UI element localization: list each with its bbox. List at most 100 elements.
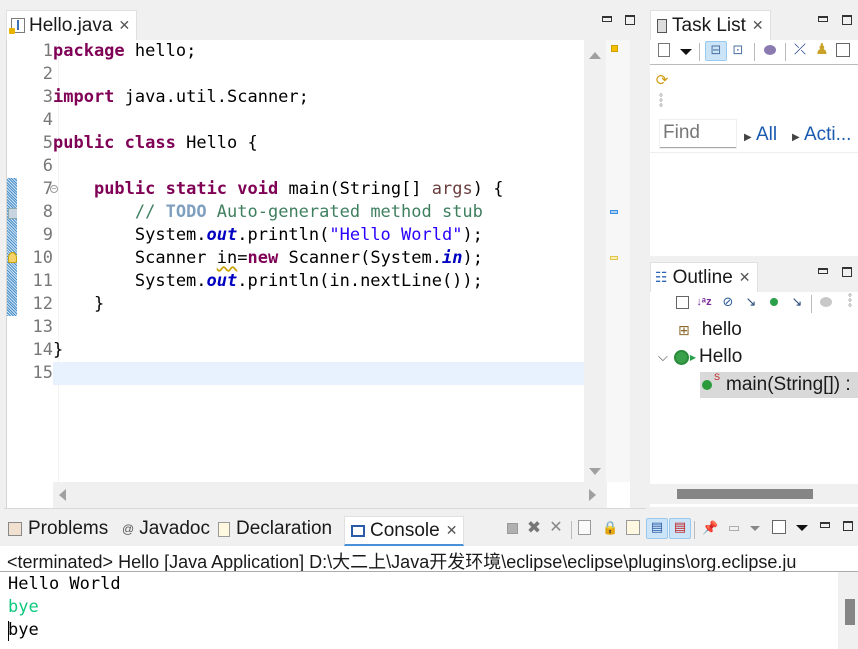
close-icon[interactable]: ✕ (739, 269, 751, 286)
console-launch-info: <terminated> Hello [Java Application] D:… (7, 552, 797, 572)
warning-overview-marker[interactable] (611, 45, 618, 52)
task-repository-icon[interactable]: ⟳ (654, 73, 670, 89)
task-overview-marker[interactable] (610, 210, 618, 214)
categorized-view-icon[interactable]: ⊟ (705, 41, 727, 61)
line-number: 14 (32, 340, 53, 360)
chevron-down-icon[interactable]: ⌵ (658, 349, 668, 365)
tab-hello-java[interactable]: Hello.java ✕ (6, 10, 138, 40)
show-on-stdout-icon[interactable]: ▤ (646, 518, 668, 539)
maximize-button[interactable] (842, 267, 852, 277)
overview-ruler[interactable] (606, 40, 630, 482)
close-icon[interactable]: ✕ (752, 17, 764, 34)
scroll-lock-icon[interactable]: 🔒 (602, 520, 618, 536)
tab-task-list[interactable]: Task List ✕ (650, 10, 771, 40)
open-console-dropdown[interactable] (796, 525, 808, 531)
code-line[interactable] (53, 155, 503, 178)
run-marker-icon: ▶ (689, 352, 697, 362)
outline-item-method[interactable]: S main(String[]) : (700, 372, 858, 398)
remove-all-terminated-icon[interactable]: ✕ (548, 520, 564, 536)
more-options-icon[interactable]: ° ° ° (848, 294, 852, 314)
tab-declaration[interactable]: Declaration (218, 518, 332, 540)
hide-fields-icon[interactable]: ⊘ (720, 294, 736, 310)
code-line[interactable] (53, 109, 503, 132)
code-line[interactable] (53, 362, 503, 385)
filter-all-link[interactable]: ▶ All (744, 124, 777, 146)
hide-completed-icon[interactable]: ⤫ (792, 42, 808, 58)
code-line[interactable]: package hello; (53, 40, 503, 63)
scroll-thumb[interactable] (845, 599, 855, 625)
clear-console-icon[interactable] (578, 520, 591, 535)
display-console-dropdown[interactable] (750, 526, 760, 531)
line-number: 13 (32, 317, 53, 337)
code-line[interactable]: Scanner in=new Scanner(System.in); (53, 247, 503, 270)
console-vscroll[interactable] (838, 572, 858, 649)
tab-problems[interactable]: Problems (8, 518, 108, 540)
tab-outline[interactable]: ☷ Outline ✕ (650, 262, 758, 292)
scroll-down-arrow[interactable] (589, 468, 601, 475)
code-line[interactable]: public static void main(String[] args) { (53, 178, 504, 201)
sort-icon[interactable]: ↓ᵃz (696, 294, 712, 310)
scheduled-view-icon[interactable]: ⊡ (730, 42, 746, 58)
close-icon[interactable]: ✕ (118, 17, 130, 34)
scroll-thumb[interactable] (677, 489, 813, 499)
remove-launch-icon[interactable]: ✖ (526, 519, 542, 536)
scroll-left-arrow[interactable] (59, 489, 66, 501)
focus-on-workweek-icon[interactable]: ♟ (814, 42, 830, 58)
open-console-icon[interactable] (772, 520, 786, 534)
collapse-all-icon[interactable] (676, 296, 689, 309)
code-editor[interactable]: 1 2 3 4 5 6 7 8 9 10 11 12 13 14 15 − package hello; i… (6, 40, 630, 508)
console-icon (351, 524, 365, 537)
minimize-button[interactable] (818, 16, 828, 22)
filter-activate-link[interactable]: ▶ Acti... (792, 124, 851, 146)
find-input[interactable]: Find (660, 120, 736, 148)
scroll-up-arrow[interactable] (589, 52, 601, 59)
code-line[interactable] (53, 316, 503, 339)
tab-console[interactable]: Console ✕ (344, 516, 465, 546)
code-line[interactable]: public class Hello { (53, 132, 503, 155)
hide-local-types-icon[interactable]: ↘ (789, 294, 805, 310)
terminate-icon[interactable] (504, 522, 520, 538)
editor-tabbar: Hello.java ✕ (0, 8, 646, 40)
outline-item-class[interactable]: ⌵ ▶ Hello (658, 346, 742, 368)
line-number: 3 (42, 87, 53, 107)
line-number: 12 (32, 294, 53, 314)
minimize-button[interactable] (818, 268, 828, 274)
show-on-stderr-icon[interactable]: ▤ (669, 518, 691, 539)
console-output[interactable]: Hello World bye bye (0, 572, 838, 649)
code-line[interactable]: } (53, 339, 503, 362)
link-editor-icon[interactable] (818, 295, 834, 311)
outline-hscroll[interactable] (650, 484, 858, 504)
display-console-icon[interactable]: ▭ (726, 520, 742, 536)
outline-item-package[interactable]: ⊞ hello (678, 319, 742, 341)
maximize-button[interactable] (843, 521, 853, 531)
code-line[interactable]: } (53, 293, 503, 316)
new-task-dropdown[interactable] (680, 49, 692, 55)
hide-static-icon[interactable]: ↘ (743, 294, 759, 310)
synchronize-icon[interactable] (762, 43, 778, 59)
hide-nonpublic-icon[interactable] (766, 294, 782, 310)
outline-icon: ☷ (655, 269, 668, 285)
word-wrap-icon[interactable] (626, 520, 640, 535)
collapse-all-icon[interactable] (836, 43, 850, 57)
minimize-button[interactable] (602, 16, 612, 22)
code-line[interactable]: System.out.println(in.nextLine()); (53, 270, 503, 293)
code-line[interactable]: System.out.println("Hello World"); (53, 224, 503, 247)
maximize-button[interactable] (842, 15, 852, 25)
more-options-icon[interactable]: ° ° ° (659, 94, 663, 114)
close-icon[interactable]: ✕ (446, 522, 458, 539)
code-line[interactable]: import java.util.Scanner; (53, 86, 503, 109)
warning-lightbulb-icon[interactable] (8, 252, 17, 263)
source-code[interactable]: package hello; import java.util.Scanner;… (53, 40, 503, 385)
horizontal-scrollbar[interactable] (53, 482, 607, 508)
occurrence-overview-marker[interactable] (610, 256, 618, 260)
pin-console-icon[interactable]: 📌 (702, 520, 718, 536)
minimize-button[interactable] (820, 522, 830, 528)
code-line[interactable]: // TODO Auto-generated method stub (53, 201, 503, 224)
vertical-scrollbar[interactable] (584, 40, 606, 482)
scroll-right-arrow[interactable] (589, 489, 596, 501)
new-task-icon[interactable] (658, 43, 670, 57)
maximize-button[interactable] (625, 15, 635, 25)
code-line[interactable] (53, 63, 503, 86)
task-list-body (650, 152, 858, 256)
tab-javadoc[interactable]: @ Javadoc (122, 518, 210, 540)
